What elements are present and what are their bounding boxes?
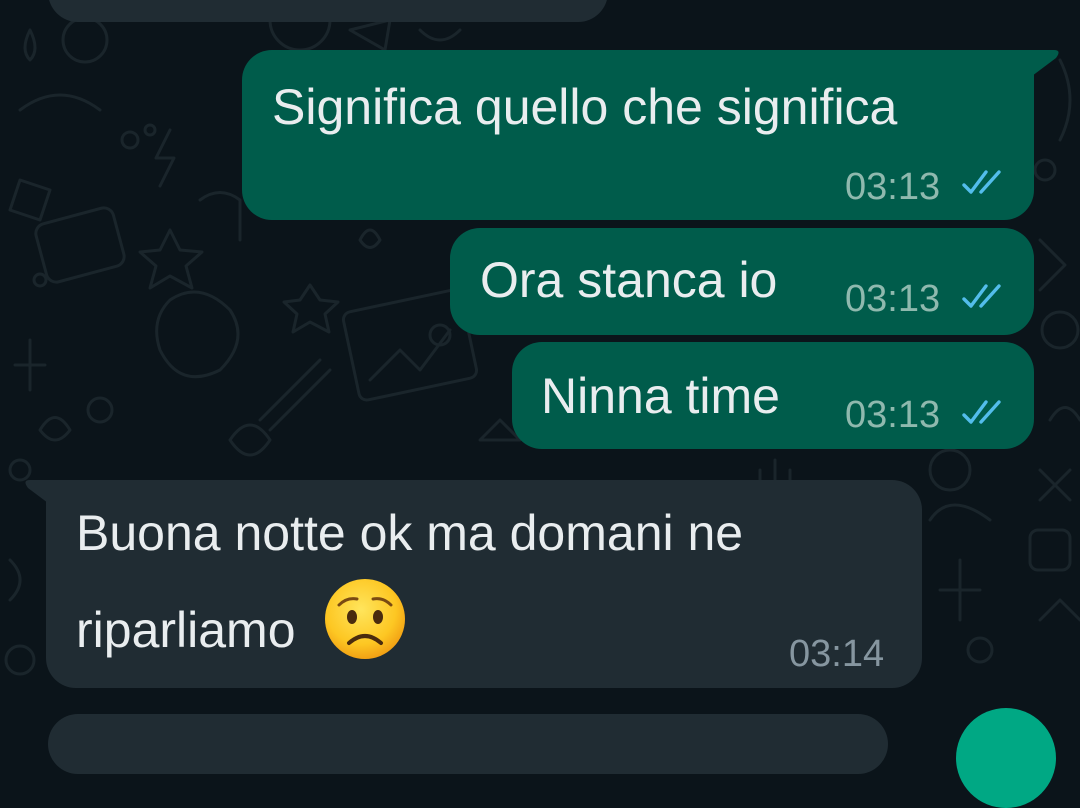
message-bubble-partial-bottom <box>48 714 888 774</box>
message-bubble-outgoing[interactable]: Ora stanca io 03:13 <box>450 228 1034 335</box>
message-timestamp: 03:14 <box>789 633 885 675</box>
message-text: Significa quello che significa <box>272 79 898 135</box>
message-bubble-incoming[interactable]: Buona notte ok ma domani ne riparliamo 0… <box>46 480 922 688</box>
message-timestamp: 03:13 <box>845 278 941 320</box>
message-text-line-1: Buona notte ok ma domani ne <box>76 505 744 561</box>
message-text: Ninna time <box>541 368 780 424</box>
message-text-line-2: riparliamo <box>76 577 407 670</box>
message-text: riparliamo <box>76 602 296 658</box>
message-bubble-outgoing[interactable]: Ninna time 03:13 <box>512 342 1034 449</box>
double-check-icon <box>962 284 1001 308</box>
worried-face-emoji <box>325 579 406 659</box>
message-bubble-partial-top <box>48 0 608 22</box>
scroll-to-bottom-button[interactable] <box>956 708 1056 808</box>
message-timestamp: 03:13 <box>845 394 941 436</box>
message-text: Ora stanca io <box>480 252 778 308</box>
message-timestamp: 03:13 <box>845 166 941 208</box>
double-check-icon <box>962 170 1001 194</box>
double-check-icon <box>962 400 1001 424</box>
bubble-tail <box>1032 50 1059 76</box>
message-bubble-outgoing[interactable]: Significa quello che significa 03:13 <box>242 50 1034 220</box>
